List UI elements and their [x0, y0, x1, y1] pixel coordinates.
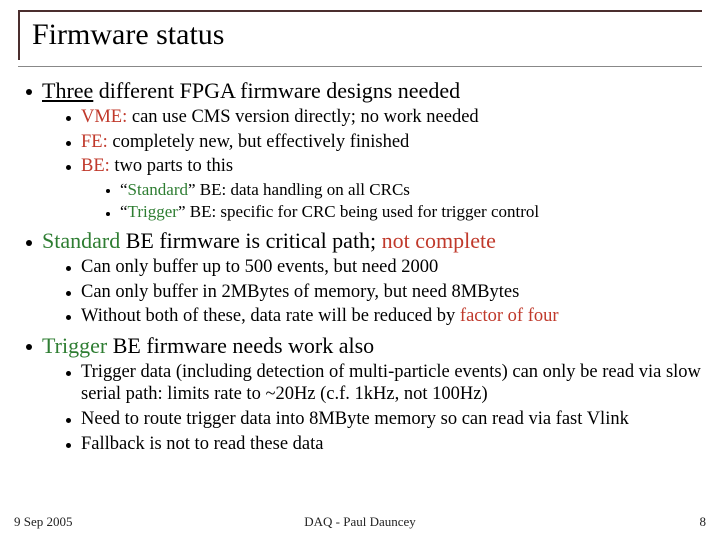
bullet-icon [66, 371, 71, 376]
bullet-icon [66, 418, 71, 423]
bullet-text: Without both of these, data rate will be… [81, 305, 702, 328]
bullet-lvl2: Can only buffer up to 500 events, but ne… [66, 256, 702, 279]
bullet-text: VME: can use CMS version directly; no wo… [81, 106, 702, 129]
bullet-lvl1: Standard BE firmware is critical path; n… [26, 228, 702, 254]
bullet-text: “Trigger” BE: specific for CRC being use… [120, 202, 702, 223]
bullet-icon [66, 291, 71, 296]
bullet-text: “Standard” BE: data handling on all CRCs [120, 180, 702, 201]
bullet-lvl3: “Standard” BE: data handling on all CRCs [106, 180, 702, 201]
bullet-lvl2: Can only buffer in 2MBytes of memory, bu… [66, 281, 702, 304]
bullet-icon [66, 141, 71, 146]
bullet-icon [106, 212, 110, 216]
bullet-icon [66, 165, 71, 170]
bullet-icon [26, 89, 32, 95]
bullet-icon [106, 189, 110, 193]
content-area: Three different FPGA firmware designs ne… [18, 66, 702, 455]
bullet-lvl1: Three different FPGA firmware designs ne… [26, 78, 702, 104]
bullet-lvl2: Fallback is not to read these data [66, 433, 702, 456]
bullet-text: Need to route trigger data into 8MByte m… [81, 408, 702, 431]
bullet-text: Can only buffer up to 500 events, but ne… [81, 256, 702, 279]
bullet-lvl2: BE: two parts to this [66, 155, 702, 178]
bullet-text: BE: two parts to this [81, 155, 702, 178]
bullet-text: Standard BE firmware is critical path; n… [42, 228, 702, 254]
bullet-text: Trigger BE firmware needs work also [42, 333, 702, 359]
page-title: Firmware status [32, 18, 702, 52]
bullet-text: Three different FPGA firmware designs ne… [42, 78, 702, 104]
bullet-lvl2: Need to route trigger data into 8MByte m… [66, 408, 702, 431]
bullet-text: Trigger data (including detection of mul… [81, 361, 702, 406]
bullet-icon [66, 443, 71, 448]
bullet-icon [26, 344, 32, 350]
bullet-icon [66, 266, 71, 271]
title-area: Firmware status [18, 10, 702, 60]
bullet-icon [66, 315, 71, 320]
footer-page-number: 8 [700, 514, 707, 530]
bullet-icon [66, 116, 71, 121]
bullet-lvl2: FE: completely new, but effectively fini… [66, 131, 702, 154]
bullet-lvl2: VME: can use CMS version directly; no wo… [66, 106, 702, 129]
bullet-text: Can only buffer in 2MBytes of memory, bu… [81, 281, 702, 304]
bullet-text: Fallback is not to read these data [81, 433, 702, 456]
bullet-lvl3: “Trigger” BE: specific for CRC being use… [106, 202, 702, 223]
bullet-text: FE: completely new, but effectively fini… [81, 131, 702, 154]
footer-center: DAQ - Paul Dauncey [0, 514, 720, 530]
bullet-lvl1: Trigger BE firmware needs work also [26, 333, 702, 359]
bullet-icon [26, 240, 32, 246]
bullet-lvl2: Without both of these, data rate will be… [66, 305, 702, 328]
slide: Firmware status Three different FPGA fir… [0, 0, 720, 540]
bullet-lvl2: Trigger data (including detection of mul… [66, 361, 702, 406]
